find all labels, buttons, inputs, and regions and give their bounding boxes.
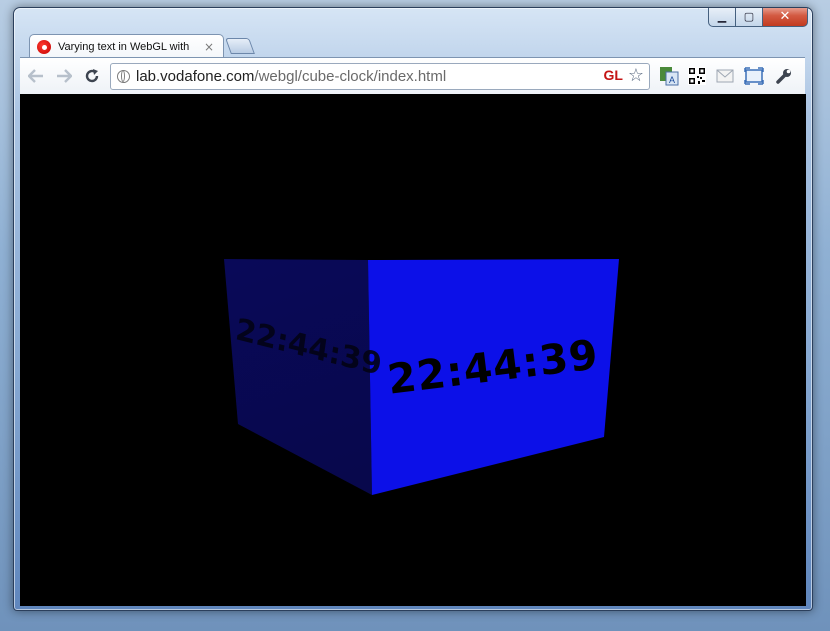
cube-front-face [368, 259, 619, 495]
url-domain: lab.vodafone.com [136, 68, 255, 85]
bookmark-star-icon[interactable]: ☆ [628, 65, 644, 86]
maximize-button[interactable]: ▢ [736, 8, 763, 27]
globe-icon [117, 70, 130, 83]
close-icon: ✕ [779, 9, 791, 24]
toolbar: lab.vodafone.com/webgl/cube-clock/index.… [20, 57, 805, 94]
gl-badge[interactable]: GL [604, 67, 623, 83]
url-text: lab.vodafone.com/webgl/cube-clock/index.… [136, 68, 446, 85]
url-path: /webgl/cube-clock/index.html [254, 68, 447, 85]
window-controls: ▁ ▢ ✕ [708, 8, 808, 27]
wrench-icon[interactable] [773, 65, 795, 87]
forward-arrow-icon[interactable] [54, 66, 74, 86]
new-tab-button[interactable] [225, 38, 255, 54]
tab-title: Varying text in WebGL with [58, 41, 190, 53]
fullscreen-icon[interactable] [743, 65, 765, 87]
address-bar[interactable]: lab.vodafone.com/webgl/cube-clock/index.… [110, 63, 650, 90]
close-window-button[interactable]: ✕ [763, 8, 808, 27]
reload-icon[interactable] [82, 66, 102, 86]
webgl-canvas[interactable]: 22:44:39 22:44:39 [20, 94, 806, 606]
minimize-button[interactable]: ▁ [708, 8, 736, 27]
qr-code-icon[interactable] [686, 65, 708, 87]
tab-close-icon[interactable]: × [204, 40, 214, 54]
vodafone-favicon-icon [37, 40, 51, 54]
mail-icon[interactable] [714, 65, 736, 87]
browser-window: ▁ ▢ ✕ Varying text in WebGL with × lab.v… [13, 7, 813, 611]
minimize-icon: ▁ [717, 10, 727, 23]
translate-icon[interactable]: A [658, 65, 680, 87]
tab-active[interactable]: Varying text in WebGL with × [29, 34, 224, 59]
tab-strip: Varying text in WebGL with × [14, 30, 812, 59]
maximize-icon: ▢ [743, 10, 755, 23]
svg-text:A: A [669, 75, 675, 85]
back-arrow-icon[interactable] [26, 66, 46, 86]
